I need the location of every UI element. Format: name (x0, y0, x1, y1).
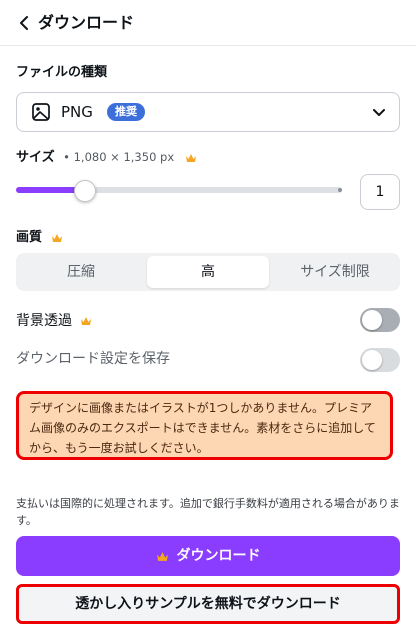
chevron-left-icon (20, 16, 28, 30)
quality-label-row: 画質 (16, 229, 63, 247)
file-type-value: PNG (61, 103, 93, 121)
crown-icon (81, 317, 92, 325)
crown-icon (51, 233, 62, 242)
quality-option-compressed[interactable]: 圧縮 (20, 256, 142, 288)
back-button[interactable] (14, 12, 36, 34)
file-type-label: ファイルの種類 (16, 65, 108, 80)
panel-header: ダウンロード (0, 0, 416, 46)
size-dimensions: • 1,080 × 1,350 px (63, 150, 175, 164)
size-row: サイズ • 1,080 × 1,350 px (16, 148, 197, 167)
quality-option-size-limit[interactable]: サイズ制限 (274, 256, 396, 288)
transparent-bg-row: 背景透過 (16, 311, 92, 331)
chevron-down-icon (373, 109, 385, 116)
crown-icon (156, 551, 168, 561)
payment-info-text: 支払いは国際的に処理されます。追加で銀行手数料が適用される場合があります。 (16, 497, 400, 527)
transparent-bg-toggle[interactable] (360, 308, 400, 332)
quality-option-high[interactable]: 高 (147, 256, 269, 288)
toggle-knob (362, 350, 382, 370)
download-button[interactable]: ダウンロード (16, 536, 400, 576)
warning-message: デザインに画像またはイラストが1つしかありません。プレミアム画像のみのエクスポー… (16, 391, 393, 460)
crown-icon (185, 153, 196, 162)
image-icon (32, 103, 50, 121)
recommended-badge: 推奨 (107, 103, 145, 121)
quality-segmented-control: 圧縮 高 サイズ制限 (16, 253, 400, 291)
file-type-select[interactable]: PNG 推奨 (16, 92, 400, 132)
size-multiplier-input[interactable]: 1 (360, 174, 400, 210)
size-slider-thumb[interactable] (74, 180, 96, 202)
page-title: ダウンロード (38, 13, 135, 32)
download-button-label: ダウンロード (176, 548, 261, 564)
save-settings-label: ダウンロード設定を保存 (16, 351, 170, 367)
slider-end-dot (338, 188, 342, 192)
save-settings-toggle[interactable] (360, 348, 400, 372)
quality-label: 画質 (16, 230, 43, 245)
watermark-download-button[interactable]: 透かし入りサンプルを無料でダウンロード (16, 584, 400, 624)
size-label: サイズ (16, 150, 55, 165)
transparent-bg-label: 背景透過 (16, 313, 72, 329)
toggle-knob (362, 310, 382, 330)
